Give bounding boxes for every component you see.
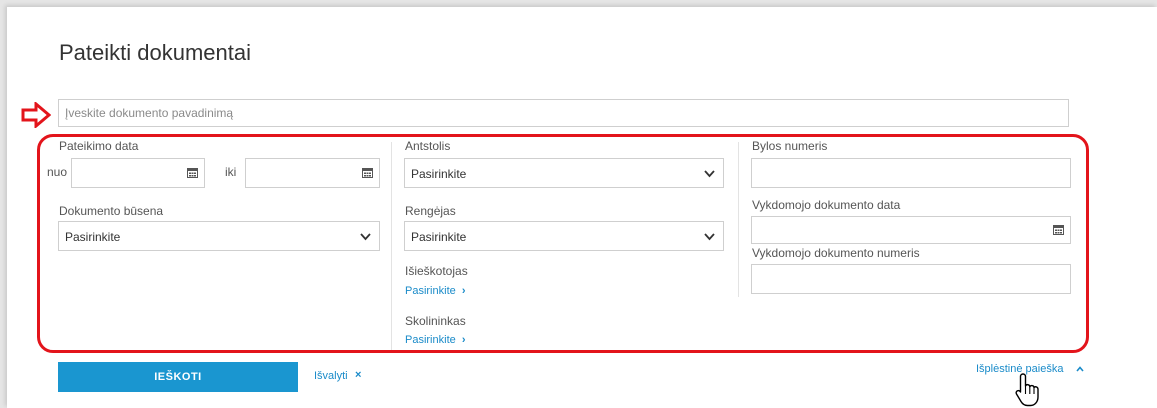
date-to-label: iki xyxy=(225,165,237,179)
case-number-field[interactable] xyxy=(751,158,1071,188)
debtor-select-link[interactable]: Pasirinkite › xyxy=(405,334,465,346)
preparer-label: Rengėjas xyxy=(405,204,456,218)
enforcement-doc-number-label: Vykdomojo dokumento numeris xyxy=(752,246,920,260)
calendar-icon[interactable] xyxy=(362,167,373,178)
recoverer-link-text: Pasirinkite xyxy=(405,285,456,297)
chevron-down-icon xyxy=(704,233,715,241)
enforcement-doc-date-field[interactable] xyxy=(751,216,1071,244)
preparer-select[interactable]: Pasirinkite xyxy=(404,221,724,251)
date-to-field[interactable] xyxy=(245,158,380,188)
search-button[interactable]: IEŠKOTI xyxy=(58,362,298,392)
chevron-right-icon: › xyxy=(461,285,466,297)
chevron-up-icon[interactable] xyxy=(1076,366,1084,372)
recoverer-select-link[interactable]: Pasirinkite › xyxy=(405,285,465,297)
column-divider xyxy=(391,142,392,350)
clear-link[interactable]: Išvalyti xyxy=(314,370,348,382)
document-status-select[interactable]: Pasirinkite xyxy=(58,221,380,251)
chevron-down-icon xyxy=(360,233,371,241)
column-divider xyxy=(738,142,739,297)
preparer-value: Pasirinkite xyxy=(411,230,467,244)
document-status-value: Pasirinkite xyxy=(65,230,121,244)
date-from-label: nuo xyxy=(47,165,68,179)
arrow-right-icon xyxy=(21,102,51,128)
date-from-field[interactable] xyxy=(71,158,205,188)
bailiff-select[interactable]: Pasirinkite xyxy=(404,158,724,188)
case-number-label: Bylos numeris xyxy=(752,139,828,153)
debtor-label: Skolininkas xyxy=(405,314,466,328)
debtor-link-text: Pasirinkite xyxy=(405,334,456,346)
recoverer-label: Išieškotojas xyxy=(405,264,468,278)
enforcement-doc-date-label: Vykdomojo dokumento data xyxy=(752,198,901,212)
enforcement-doc-number-field[interactable] xyxy=(751,264,1071,294)
bailiff-label: Antstolis xyxy=(405,139,451,153)
chevron-right-icon: › xyxy=(461,334,466,346)
submission-date-label: Pateikimo data xyxy=(59,139,139,153)
close-icon[interactable]: × xyxy=(355,369,361,381)
chevron-down-icon xyxy=(704,170,715,178)
bailiff-value: Pasirinkite xyxy=(411,167,467,181)
calendar-icon[interactable] xyxy=(187,167,198,178)
document-name-search-input[interactable] xyxy=(58,99,1069,127)
document-status-label: Dokumento būsena xyxy=(59,204,164,218)
calendar-icon[interactable] xyxy=(1053,224,1064,235)
hand-cursor-icon xyxy=(1015,373,1039,407)
page-title: Pateikti dokumentai xyxy=(59,40,251,65)
